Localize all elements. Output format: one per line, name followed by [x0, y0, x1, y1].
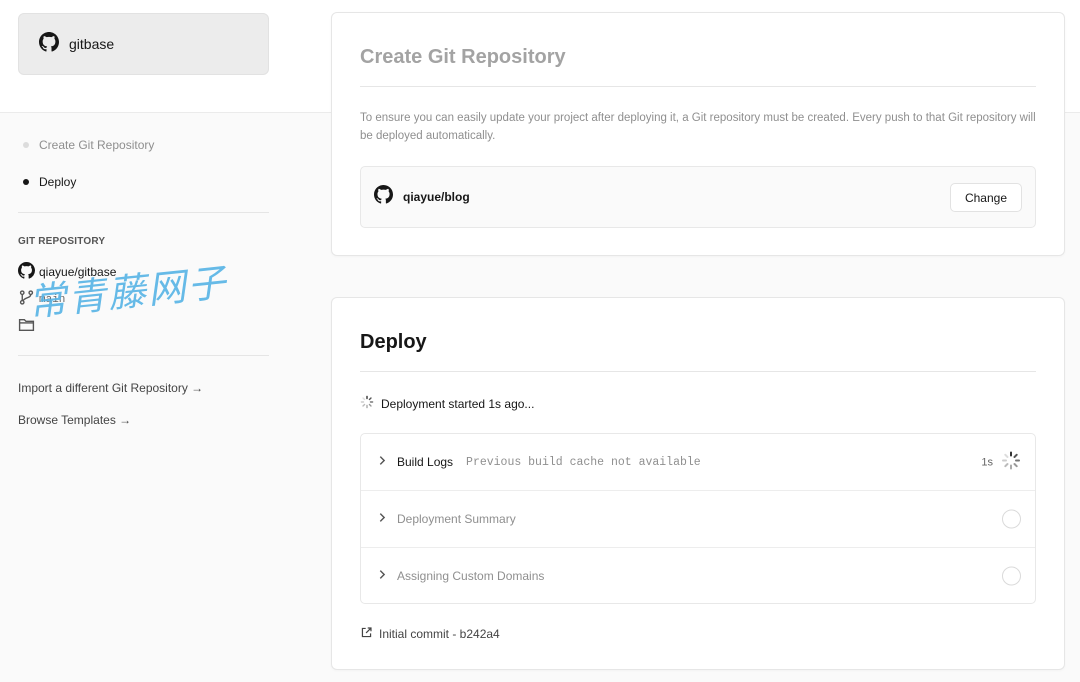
step-title: Build Logs	[397, 455, 454, 469]
sidebar-root-directory	[18, 316, 35, 336]
step-deploy[interactable]: Deploy	[18, 173, 269, 191]
spinner-icon	[1001, 451, 1021, 474]
chevron-right-icon	[377, 569, 388, 583]
card-title: Create Git Repository	[360, 46, 566, 68]
deployment-status-text: Deployment started 1s ago...	[381, 396, 535, 411]
chevron-right-icon	[377, 455, 388, 469]
pending-circle-icon	[1002, 566, 1021, 586]
deploy-card: Deploy Deployment started 1s ago... Buil…	[331, 297, 1065, 670]
step-dot	[23, 179, 29, 185]
chevron-right-icon	[377, 512, 388, 526]
github-icon	[374, 185, 393, 209]
github-icon	[39, 31, 59, 57]
sidebar-divider	[18, 355, 269, 356]
step-label: Create Git Repository	[39, 138, 155, 152]
card-divider	[360, 371, 1036, 372]
step-title: Deployment Summary	[397, 512, 516, 526]
sidebar-repo[interactable]: qiayue/gitbase	[18, 262, 116, 282]
browse-templates-link[interactable]: Browse Templates →	[18, 413, 131, 427]
project-name: gitbase	[69, 36, 115, 52]
git-branch-icon	[18, 289, 35, 310]
step-list: Create Git Repository Deploy	[18, 136, 269, 191]
commit-link[interactable]: Initial commit - b242a4	[360, 626, 500, 642]
step-meta	[1002, 509, 1021, 529]
commit-text: Initial commit - b242a4	[379, 627, 500, 641]
selected-repo-name: qiayue/blog	[403, 190, 470, 204]
external-link-icon	[360, 626, 373, 642]
sidebar-divider	[18, 212, 269, 213]
step-build-logs[interactable]: Build Logs Previous build cache not avai…	[361, 434, 1035, 491]
github-icon	[18, 262, 35, 282]
step-meta	[1002, 566, 1021, 586]
step-label: Deploy	[39, 175, 77, 189]
spinner-icon	[360, 395, 374, 412]
card-description: To ensure you can easily update your pro…	[360, 112, 1036, 142]
folder-icon	[18, 316, 35, 336]
selected-repo-box: qiayue/blog Change	[360, 166, 1036, 228]
step-duration: 1s	[981, 456, 993, 468]
card-divider	[360, 86, 1036, 87]
git-repository-label: GIT REPOSITORY	[18, 236, 106, 247]
step-title: Assigning Custom Domains	[397, 569, 545, 583]
pending-circle-icon	[1002, 509, 1021, 529]
deploy-steps-list: Build Logs Previous build cache not avai…	[360, 433, 1036, 604]
step-dot	[23, 142, 29, 148]
card-title: Deploy	[360, 331, 427, 353]
step-assigning-custom-domains[interactable]: Assigning Custom Domains	[361, 548, 1035, 604]
import-different-repo-link[interactable]: Import a different Git Repository →	[18, 381, 203, 395]
deployment-status: Deployment started 1s ago...	[360, 395, 534, 412]
step-deployment-summary[interactable]: Deployment Summary	[361, 491, 1035, 548]
branch-name: main	[39, 293, 66, 306]
create-git-repository-card: Create Git Repository To ensure you can …	[331, 12, 1065, 256]
step-subtitle: Previous build cache not available	[466, 455, 701, 469]
sidebar-branch: main	[18, 289, 65, 310]
step-meta: 1s	[981, 451, 1021, 474]
repo-name: qiayue/gitbase	[39, 265, 117, 279]
project-card: gitbase	[18, 13, 269, 75]
change-repo-button[interactable]: Change	[950, 183, 1022, 212]
step-create-git-repository[interactable]: Create Git Repository	[18, 136, 269, 154]
